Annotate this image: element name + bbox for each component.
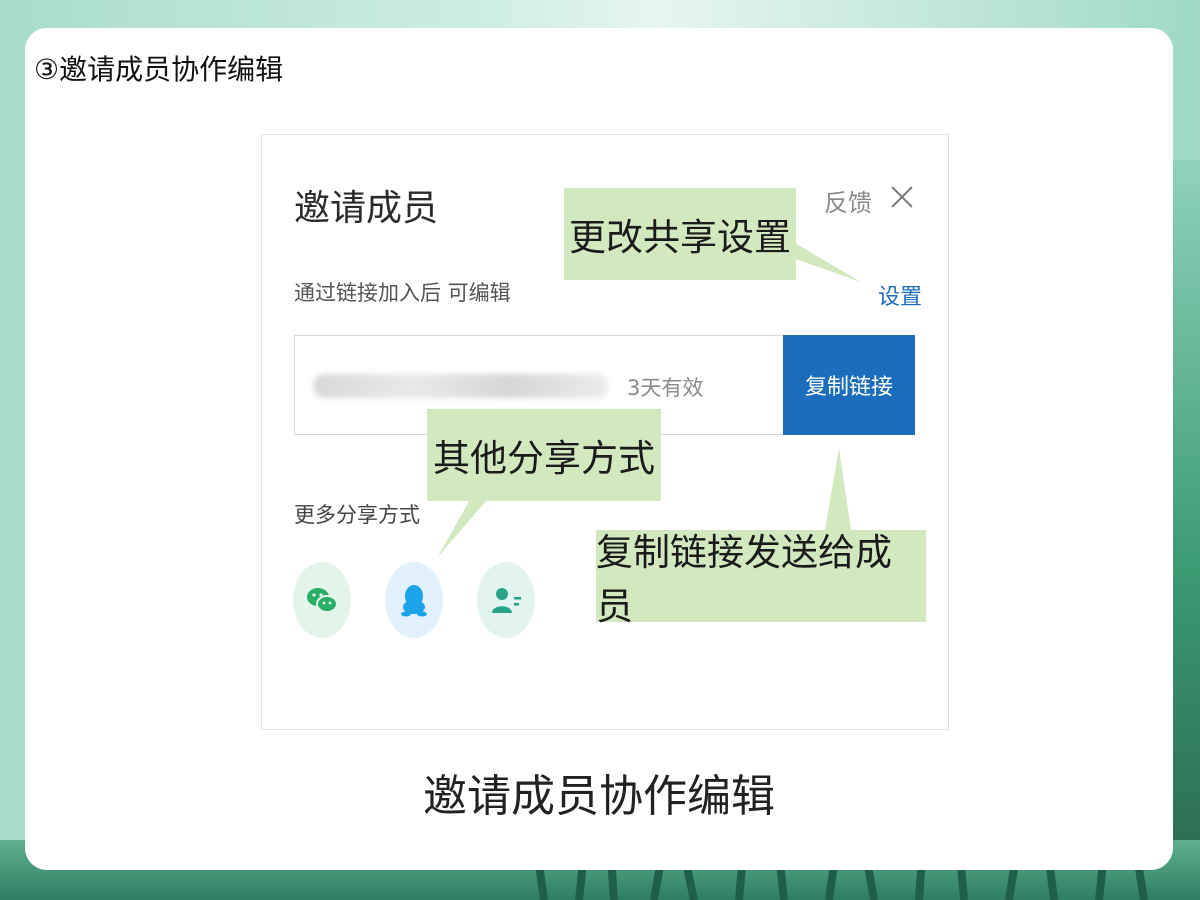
slide-card: ③邀请成员协作编辑 邀请成员 反馈 通过链接加入后 可编辑 设置 3天有效 复制… (25, 28, 1173, 870)
callout-copy-link-send: 复制链接发送给成员 (596, 530, 926, 628)
wechat-icon (307, 588, 338, 613)
copy-link-button[interactable]: 复制链接 (783, 335, 915, 435)
feedback-link[interactable]: 反馈 (824, 183, 872, 218)
side-decoration (1170, 160, 1200, 840)
wechat-share-button[interactable] (293, 562, 351, 638)
contact-share-button[interactable] (477, 562, 535, 638)
settings-link[interactable]: 设置 (878, 279, 922, 311)
callout-other-share-methods: 其他分享方式 (427, 409, 661, 501)
blurred-url (313, 374, 609, 398)
qq-share-button[interactable] (385, 562, 443, 638)
qq-icon (401, 585, 427, 617)
more-share-label: 更多分享方式 (294, 503, 420, 527)
close-icon[interactable] (890, 185, 914, 209)
dialog-title: 邀请成员 (294, 188, 439, 229)
slide-caption: 邀请成员协作编辑 (423, 771, 775, 822)
contact-icon (492, 588, 521, 613)
permission-text: 通过链接加入后 可编辑 (294, 281, 511, 305)
link-validity: 3天有效 (627, 376, 704, 400)
callout-change-share-settings: 更改共享设置 (564, 188, 796, 280)
page-title: ③邀请成员协作编辑 (34, 53, 284, 86)
